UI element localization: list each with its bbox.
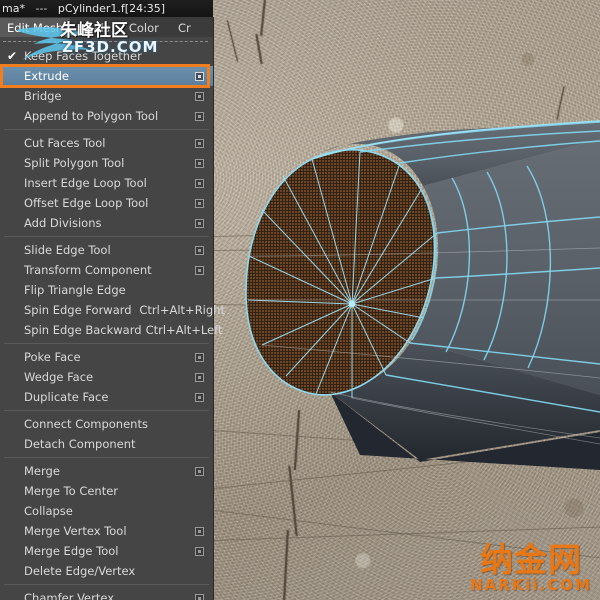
menu-item-bridge[interactable]: Bridge	[0, 86, 213, 106]
menu-item-merge-edge-tool[interactable]: Merge Edge Tool	[0, 541, 213, 561]
menu-item-offset-edge-loop-tool[interactable]: Offset Edge Loop Tool	[0, 193, 213, 213]
menu-item-label: Split Polygon Tool	[24, 156, 125, 170]
menu-item-collapse[interactable]: Collapse	[0, 501, 213, 521]
menu-item-label: Cut Faces Tool	[24, 136, 106, 150]
menubar-item-normals[interactable]: mals	[75, 18, 116, 37]
menu-item-label: Merge	[24, 464, 60, 478]
menu-item-add-divisions[interactable]: Add Divisions	[0, 213, 213, 233]
menu-item-insert-edge-loop-tool[interactable]: Insert Edge Loop Tool	[0, 173, 213, 193]
menu-item-option-box[interactable]	[195, 72, 204, 81]
title-selected-object: pCylinder1.f[24:35]	[57, 2, 166, 15]
menu-item-option-box[interactable]	[195, 373, 204, 382]
menu-item-label: Extrude	[24, 69, 69, 83]
menu-item-detach-component[interactable]: Detach Component	[0, 434, 213, 454]
maya-application-window: 纳金网 NARKii.COM ma* --- pCylinder1.f[24:3…	[0, 0, 600, 600]
menu-item-option-box[interactable]	[195, 246, 204, 255]
menu-item-label: Offset Edge Loop Tool	[24, 196, 149, 210]
menubar-item-edit-mesh[interactable]: Edit Mesh	[0, 18, 71, 37]
menu-item-label: Merge Edge Tool	[24, 544, 119, 558]
menu-item-option-box[interactable]	[195, 139, 204, 148]
menu-item-option-box[interactable]	[195, 393, 204, 402]
mesh-cap-pole-vertex	[348, 300, 356, 308]
window-title-bar: ma* --- pCylinder1.f[24:35]	[0, 0, 213, 17]
menu-item-label: Merge Vertex Tool	[24, 524, 127, 538]
menu-item-append-to-polygon-tool[interactable]: Append to Polygon Tool	[0, 106, 213, 126]
menu-item-chamfer-vertex[interactable]: Chamfer Vertex	[0, 588, 213, 600]
menu-item-merge[interactable]: Merge	[0, 461, 213, 481]
menu-separator	[4, 343, 209, 344]
menu-item-option-box[interactable]	[195, 179, 204, 188]
menu-item-label: Spin Edge Forward	[24, 303, 132, 317]
menu-item-poke-face[interactable]: Poke Face	[0, 347, 213, 367]
menu-item-merge-vertex-tool[interactable]: Merge Vertex Tool	[0, 521, 213, 541]
menu-item-label: Slide Edge Tool	[24, 243, 111, 257]
menu-item-label: Bridge	[24, 89, 62, 103]
menu-item-option-box[interactable]	[195, 199, 204, 208]
menu-item-split-polygon-tool[interactable]: Split Polygon Tool	[0, 153, 213, 173]
menu-item-spin-edge-forward[interactable]: Spin Edge Forward Ctrl+Alt+Right	[0, 300, 225, 320]
menu-item-label: Append to Polygon Tool	[24, 109, 159, 123]
menu-item-transform-component[interactable]: Transform Component	[0, 260, 213, 280]
menu-item-duplicate-face[interactable]: Duplicate Face	[0, 387, 213, 407]
menu-bar[interactable]: Edit Mesh mals Color Cr	[0, 17, 213, 37]
menubar-item-color[interactable]: Color	[122, 18, 166, 37]
menu-item-label: Add Divisions	[24, 216, 102, 230]
menu-item-label: Detach Component	[24, 437, 136, 451]
menu-item-option-box[interactable]	[195, 266, 204, 275]
menu-item-option-box[interactable]	[195, 594, 204, 600]
menu-item-option-box[interactable]	[195, 219, 204, 228]
menu-item-cut-faces-tool[interactable]: Cut Faces Tool	[0, 133, 213, 153]
menu-separator	[4, 129, 209, 130]
menu-item-label: Connect Components	[24, 417, 148, 431]
menu-tearoff-handle[interactable]	[3, 41, 208, 42]
title-separator: ---	[35, 2, 48, 15]
menu-separator	[4, 236, 209, 237]
menu-item-label: Chamfer Vertex	[24, 591, 115, 600]
menu-separator	[4, 584, 209, 585]
menu-item-option-box[interactable]	[195, 112, 204, 121]
menu-item-option-box[interactable]	[195, 467, 204, 476]
menu-separator	[4, 410, 209, 411]
menu-item-option-box[interactable]	[195, 353, 204, 362]
checkmark-icon: ✔	[7, 49, 18, 63]
menu-item-keep-faces-together[interactable]: ✔ Keep Faces Together	[0, 46, 213, 66]
menu-item-label: Collapse	[24, 504, 73, 518]
menu-item-label: Flip Triangle Edge	[24, 283, 126, 297]
menu-item-label: Keep Faces Together	[24, 49, 142, 63]
menu-item-label: Merge To Center	[24, 484, 119, 498]
menu-item-spin-edge-backward[interactable]: Spin Edge Backward Ctrl+Alt+Left	[0, 320, 223, 340]
menu-item-option-box[interactable]	[195, 527, 204, 536]
menu-separator	[4, 457, 209, 458]
menu-item-accelerator: Ctrl+Alt+Left	[145, 323, 223, 337]
edit-mesh-dropdown-menu[interactable]: ✔ Keep Faces Together Extrude Bridge Append …	[0, 17, 225, 600]
menu-item-label: Delete Edge/Vertex	[24, 564, 136, 578]
menu-item-accelerator: Ctrl+Alt+Right	[139, 303, 225, 317]
menu-item-merge-to-center[interactable]: Merge To Center	[0, 481, 213, 501]
menu-item-delete-edge-vertex[interactable]: Delete Edge/Vertex	[0, 561, 213, 581]
menu-item-label: Wedge Face	[24, 370, 94, 384]
menu-item-option-box[interactable]	[195, 547, 204, 556]
menu-item-label: Transform Component	[24, 263, 152, 277]
menu-item-option-box[interactable]	[195, 159, 204, 168]
menubar-item-create-uvs[interactable]: Cr	[171, 18, 198, 37]
menu-item-extrude[interactable]: Extrude	[0, 66, 213, 86]
menu-item-label: Insert Edge Loop Tool	[24, 176, 147, 190]
menu-item-label: Duplicate Face	[24, 390, 109, 404]
menu-item-label: Spin Edge Backward	[24, 323, 142, 337]
menu-item-slide-edge-tool[interactable]: Slide Edge Tool	[0, 240, 213, 260]
menu-item-label: Poke Face	[24, 350, 81, 364]
menu-item-wedge-face[interactable]: Wedge Face	[0, 367, 213, 387]
menu-item-option-box[interactable]	[195, 92, 204, 101]
menu-item-connect-components[interactable]: Connect Components	[0, 414, 213, 434]
title-app-name: ma*	[2, 2, 25, 15]
menu-item-flip-triangle-edge[interactable]: Flip Triangle Edge	[0, 280, 213, 300]
